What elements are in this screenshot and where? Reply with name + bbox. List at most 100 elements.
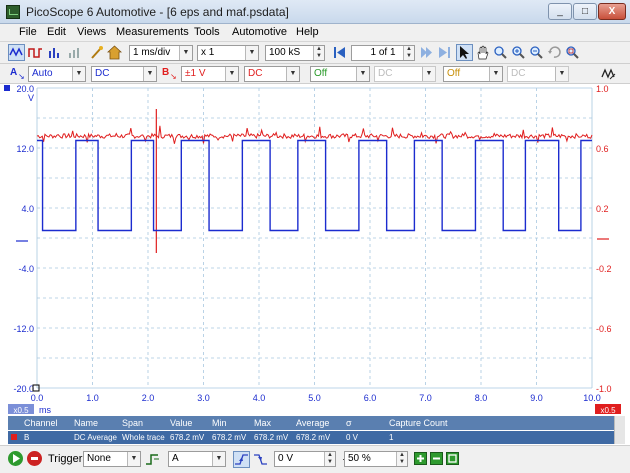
spin-arrows-icon: ▲ ▼	[313, 46, 324, 60]
axis-x-tick-label: 8.0	[475, 393, 488, 403]
menu-views[interactable]: Views	[77, 26, 106, 38]
channel-c-range-select[interactable]: Off ▼	[310, 66, 370, 82]
main-toolbar: 1 ms/div ▼ x 1 ▼ 100 kS ▲ ▼ 1 of 1 ▲ ▼	[0, 42, 630, 64]
maximize-button[interactable]: □	[573, 3, 597, 20]
first-buffer-icon[interactable]	[331, 44, 348, 61]
probe-icon: ↘	[170, 72, 177, 81]
col-average[interactable]: Average	[296, 416, 329, 430]
menu-tools[interactable]: Tools	[194, 26, 220, 38]
home-icon[interactable]	[106, 44, 123, 61]
select-pointer-icon[interactable]	[456, 44, 473, 61]
chevron-down-icon: ▼	[489, 67, 502, 81]
axis-x-tick-label: 3.0	[197, 393, 210, 403]
channel-d-coupling-select[interactable]: DC ▼	[507, 66, 569, 82]
chevron-down-icon: ▼	[555, 67, 568, 81]
channel-b-range-select[interactable]: ±1 V ▼	[181, 66, 239, 82]
edit-measurement-button[interactable]	[446, 452, 459, 465]
chevron-down-icon: ▼	[143, 67, 156, 81]
col-channel[interactable]: Channel	[24, 416, 58, 430]
last-buffer-icon[interactable]	[436, 44, 453, 61]
trigger-mode-select[interactable]: None ▼	[83, 451, 141, 467]
hand-pan-icon[interactable]	[474, 44, 491, 61]
scope-view[interactable]: 20.012.04.0-4.0-12.0-20.0V1.00.60.2-0.2-…	[0, 84, 630, 414]
persistence-mode-icon[interactable]	[27, 44, 44, 61]
menu-measurements[interactable]: Measurements	[116, 26, 189, 38]
zoom-out-icon[interactable]	[528, 44, 545, 61]
zoom-in-icon[interactable]	[510, 44, 527, 61]
chevron-down-icon: ▼	[225, 67, 238, 81]
delete-measurement-button[interactable]	[430, 452, 443, 465]
scope-mode-icon[interactable]	[8, 44, 25, 61]
rising-edge-icon[interactable]	[233, 451, 250, 468]
timebase-select[interactable]: 1 ms/div ▼	[129, 45, 193, 61]
axis-b-tick-label: 1.0	[596, 84, 609, 94]
chevron-down-icon: ▼	[127, 452, 140, 466]
run-button[interactable]	[8, 451, 23, 466]
stop-button[interactable]	[27, 451, 42, 466]
spin-arrows-icon: ▲ ▼	[403, 46, 414, 60]
chevron-down-icon: ▼	[72, 67, 85, 81]
multiplier-value: x 1	[201, 47, 215, 58]
axis-x-tick-label: 7.0	[419, 393, 432, 403]
col-value[interactable]: Value	[170, 416, 192, 430]
samples-stepper[interactable]: 100 kS ▲ ▼	[265, 45, 325, 61]
col-sigma[interactable]: σ	[346, 416, 352, 430]
math-channels-icon[interactable]	[600, 65, 617, 82]
timebase-value: 1 ms/div	[133, 47, 171, 58]
cell-name: DC Average	[74, 433, 117, 442]
col-capture-count[interactable]: Capture Count	[389, 416, 448, 430]
status-bar: Trigger None ▼ A ▼ 0 V ▲ ▼ 50 % ▲ ▼	[0, 445, 630, 473]
zoom-fit-icon[interactable]	[564, 44, 581, 61]
cell-min: 678.2 mV	[212, 433, 247, 442]
channel-color-swatch	[11, 434, 17, 440]
channel-d-range-select[interactable]: Off ▼	[443, 66, 503, 82]
multiplier-select[interactable]: x 1 ▼	[197, 45, 259, 61]
axis-a-tick-label: -12.0	[13, 324, 34, 334]
probe-wand-icon[interactable]	[88, 44, 105, 61]
channel-b-coupling-select[interactable]: DC ▼	[244, 66, 300, 82]
axis-x-tick-label: 10.0	[583, 393, 601, 403]
buffer-navigator[interactable]: 1 of 1 ▲ ▼	[351, 45, 415, 61]
channel-d-coupling: DC	[511, 68, 526, 79]
channel-d-state: Off	[447, 68, 461, 79]
trigger-level-stepper[interactable]: 0 V ▲ ▼	[274, 451, 336, 467]
minimize-button[interactable]: _	[548, 3, 572, 20]
channel-a-range-select[interactable]: Auto ▼	[28, 66, 86, 82]
chevron-down-icon: ▼	[286, 67, 299, 81]
axis-b-tick-label: 0.2	[596, 204, 609, 214]
next-buffer-icon[interactable]	[418, 44, 435, 61]
pretrigger-stepper[interactable]: 50 % ▲ ▼	[344, 451, 408, 467]
cell-average: 678.2 mV	[296, 433, 331, 442]
channel-a-offset-marker	[4, 85, 10, 91]
close-button[interactable]: X	[598, 3, 626, 20]
zoom-region-icon[interactable]	[492, 44, 509, 61]
undo-zoom-icon[interactable]	[546, 44, 563, 61]
samples-value: 100 kS	[269, 47, 301, 58]
menu-automotive[interactable]: Automotive	[232, 26, 287, 38]
trigger-level: 0 V	[278, 453, 294, 464]
col-span[interactable]: Span	[122, 416, 143, 430]
menu-edit[interactable]: Edit	[47, 26, 66, 38]
title-bar: PicoScope 6 Automotive - [6 eps and maf.…	[0, 0, 630, 24]
col-min[interactable]: Min	[212, 416, 227, 430]
cell-span: Whole trace	[122, 433, 165, 442]
menu-help[interactable]: Help	[296, 26, 319, 38]
spectrum-mode-icon[interactable]	[46, 44, 63, 61]
axis-x-tick-label: 0.0	[31, 393, 44, 403]
axis-a-tick-label: 12.0	[16, 144, 34, 154]
cell-max: 678.2 mV	[254, 433, 289, 442]
col-max[interactable]: Max	[254, 416, 271, 430]
trigger-source-select[interactable]: A ▼	[168, 451, 226, 467]
menu-file[interactable]: File	[19, 26, 37, 38]
trigger-mode: None	[87, 453, 111, 464]
channel-a-coupling-select[interactable]: DC ▼	[91, 66, 157, 82]
table-scrollbar[interactable]	[614, 416, 625, 444]
spectrum-alt-icon[interactable]	[66, 44, 83, 61]
advanced-trigger-icon[interactable]	[144, 451, 161, 468]
add-measurement-button[interactable]	[414, 452, 427, 465]
channel-b-range: ±1 V	[185, 68, 206, 79]
col-name[interactable]: Name	[74, 416, 98, 430]
channel-c-coupling-select[interactable]: DC ▼	[374, 66, 436, 82]
measurements-table: Channel Name Span Value Min Max Average …	[0, 414, 630, 445]
falling-edge-icon[interactable]	[252, 451, 269, 468]
